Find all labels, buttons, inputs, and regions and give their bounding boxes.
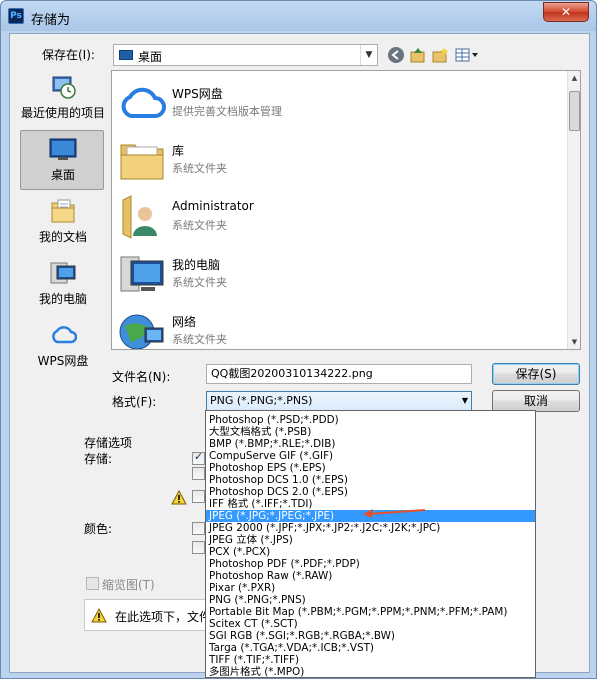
file-name: 网络 — [172, 315, 197, 329]
wps-cloud-icon — [117, 80, 167, 126]
format-option[interactable]: Scitex CT (*.SCT) — [206, 618, 535, 630]
save-in-label: 保存在(I): — [42, 48, 95, 62]
format-option[interactable]: JPEG 立体 (*.JPS) — [206, 534, 535, 546]
filename-label: 文件名(N): — [112, 370, 171, 384]
location-combo[interactable]: 桌面 ▼ — [113, 44, 378, 66]
library-icon — [117, 137, 167, 183]
format-option[interactable]: Photoshop Raw (*.RAW) — [206, 570, 535, 582]
place-recent[interactable]: 最近使用的项目 — [20, 68, 106, 128]
place-computer[interactable]: 我的电脑 — [20, 254, 104, 314]
place-label: 我的电脑 — [38, 292, 87, 306]
scroll-down-icon[interactable]: ▼ — [568, 335, 581, 349]
file-name: Administrator — [172, 199, 254, 213]
format-option[interactable]: TIFF (*.TIF;*.TIFF) — [206, 654, 535, 666]
color-checkbox[interactable] — [192, 541, 205, 554]
computer-icon — [117, 251, 167, 297]
recent-icon — [49, 74, 77, 100]
color-checkbox[interactable] — [192, 522, 205, 535]
format-option[interactable]: Portable Bit Map (*.PBM;*.PGM;*.PPM;*.PN… — [206, 606, 535, 618]
list-item[interactable]: Administrator 系统文件夹 — [117, 189, 557, 245]
file-desc: 系统文件夹 — [172, 162, 227, 175]
up-folder-icon[interactable] — [409, 46, 427, 64]
place-wps-cloud[interactable]: WPS网盘 — [20, 316, 104, 376]
list-item[interactable]: 库 系统文件夹 — [117, 132, 557, 188]
format-option[interactable]: 多图片格式 (*.MPO) — [206, 666, 535, 678]
format-option[interactable]: CompuServe GIF (*.GIF) — [206, 450, 535, 462]
scroll-up-icon[interactable]: ▲ — [568, 71, 581, 85]
format-option[interactable]: Photoshop EPS (*.EPS) — [206, 462, 535, 474]
store-checkbox[interactable] — [192, 450, 205, 465]
format-option[interactable]: Pixar (*.PXR) — [206, 582, 535, 594]
store-checkbox[interactable] — [192, 490, 205, 503]
close-button[interactable]: ✕ — [543, 2, 589, 22]
new-folder-icon[interactable] — [431, 46, 449, 64]
cancel-button[interactable]: 取消 — [492, 390, 580, 412]
computer-icon — [49, 260, 77, 286]
place-label: 最近使用的项目 — [21, 106, 106, 120]
desktop-icon — [49, 136, 77, 162]
format-option[interactable]: BMP (*.BMP;*.RLE;*.DIB) — [206, 438, 535, 450]
file-list-scrollbar[interactable]: ▲ ▼ — [567, 71, 580, 349]
location-value: 桌面 — [138, 50, 163, 64]
file-desc: 系统文件夹 — [172, 333, 227, 346]
network-icon — [117, 308, 167, 349]
chevron-down-icon[interactable]: ▼ — [462, 392, 468, 410]
scrollbar-thumb[interactable] — [569, 91, 580, 131]
format-option[interactable]: SGI RGB (*.SGI;*.RGB;*.RGBA;*.BW) — [206, 630, 535, 642]
place-label: 我的文档 — [38, 230, 87, 244]
place-label: 桌面 — [50, 168, 75, 182]
documents-icon — [49, 198, 77, 224]
format-option[interactable]: 大型文档格式 (*.PSB) — [206, 426, 535, 438]
color-label: 颜色: — [84, 522, 113, 536]
view-menu-icon[interactable] — [454, 46, 480, 64]
chevron-down-icon[interactable]: ▼ — [360, 45, 377, 65]
save-as-dialog: Ps 存储为 ✕ 保存在(I): 桌面 ▼ 最近使用的项目 桌面 我的文档 我的… — [0, 0, 597, 679]
format-option[interactable]: Photoshop (*.PSD;*.PDD) — [206, 414, 535, 426]
format-option[interactable]: Photoshop DCS 1.0 (*.EPS) — [206, 474, 535, 486]
place-desktop[interactable]: 桌面 — [20, 130, 104, 190]
thumbnail-label: 缩览图(T) — [102, 578, 155, 592]
format-dropdown-list[interactable]: Photoshop (*.PSD;*.PDD) 大型文档格式 (*.PSB) BMP… — [205, 410, 536, 678]
format-select[interactable]: PNG (*.PNG;*.PNS) ▼ — [206, 391, 472, 411]
file-name: WPS网盘 — [172, 87, 223, 101]
places-bar: 最近使用的项目 桌面 我的文档 我的电脑 WPS网盘 — [10, 68, 108, 373]
store-label: 存储: — [84, 452, 113, 466]
format-option[interactable]: PNG (*.PNG;*.PNS) — [206, 594, 535, 606]
format-value: PNG (*.PNG;*.PNS) — [210, 394, 313, 407]
list-item[interactable]: WPS网盘 提供完善文档版本管理 — [117, 75, 557, 131]
wps-cloud-icon — [49, 322, 78, 348]
title-bar: Ps 存储为 ✕ — [1, 1, 596, 33]
photoshop-app-icon: Ps — [8, 8, 24, 24]
file-name: 我的电脑 — [172, 258, 221, 272]
file-name: 库 — [172, 144, 185, 158]
annotation-arrow — [363, 509, 426, 518]
place-label: WPS网盘 — [37, 354, 89, 368]
save-button[interactable]: 保存(S) — [492, 363, 580, 385]
back-icon[interactable] — [387, 46, 405, 64]
format-option[interactable]: JPEG 2000 (*.JPF;*.JPX;*.JP2;*.J2C;*.J2K… — [206, 522, 535, 534]
file-list[interactable]: WPS网盘 提供完善文档版本管理 库 系统文件夹 Administrator 系… — [111, 70, 581, 350]
warning-text: 在此选项下，文件 — [115, 610, 212, 624]
store-checkbox[interactable] — [192, 467, 205, 480]
user-folder-icon — [117, 194, 167, 240]
format-option[interactable]: PCX (*.PCX) — [206, 546, 535, 558]
warning-icon — [171, 489, 187, 505]
dialog-title: 存储为 — [31, 13, 71, 28]
list-item[interactable]: 网络 系统文件夹 — [117, 303, 557, 349]
file-desc: 提供完善文档版本管理 — [172, 105, 282, 118]
thumbnail-checkbox[interactable] — [86, 577, 99, 590]
list-item[interactable]: 我的电脑 系统文件夹 — [117, 246, 557, 302]
warning-bar: 在此选项下，文件 — [84, 599, 214, 631]
save-options-title: 存储选项 — [84, 436, 133, 450]
format-option[interactable]: Photoshop PDF (*.PDF;*.PDP) — [206, 558, 535, 570]
place-documents[interactable]: 我的文档 — [20, 192, 104, 252]
warning-icon — [91, 607, 107, 623]
format-option[interactable]: Targa (*.TGA;*.VDA;*.ICB;*.VST) — [206, 642, 535, 654]
file-desc: 系统文件夹 — [172, 219, 227, 232]
desktop-icon — [119, 50, 133, 60]
file-desc: 系统文件夹 — [172, 276, 227, 289]
format-label: 格式(F): — [112, 395, 157, 409]
format-option[interactable]: Photoshop DCS 2.0 (*.EPS) — [206, 486, 535, 498]
filename-field[interactable]: QQ截图20200310134222.png — [206, 364, 472, 384]
